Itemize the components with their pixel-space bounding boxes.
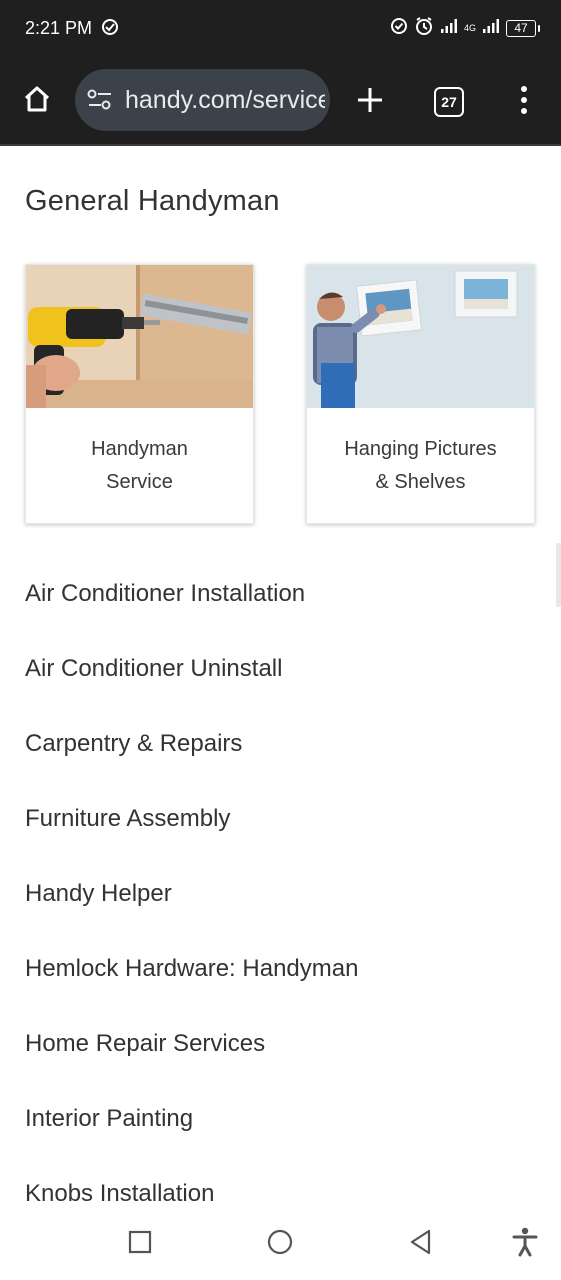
card-label[interactable]: Handyman Service [26, 433, 253, 499]
accessibility-button[interactable] [507, 1226, 543, 1262]
tab-switcher-button[interactable]: 27 [434, 87, 464, 117]
system-nav-bar [0, 1212, 561, 1280]
scrollbar-thumb[interactable] [556, 543, 561, 607]
browser-toolbar: handy.com/services 27 [0, 58, 561, 146]
service-list: Air Conditioner Installation Air Conditi… [25, 560, 535, 1235]
home-icon [22, 84, 52, 119]
network-type: 4G [463, 22, 476, 33]
signal-icon-2 [482, 18, 500, 39]
more-vertical-icon [519, 85, 529, 120]
home-nav-button[interactable] [262, 1226, 298, 1262]
service-link[interactable]: Air Conditioner Installation [25, 560, 535, 635]
signal-icon [440, 18, 458, 39]
service-link[interactable]: Carpentry & Repairs [25, 710, 535, 785]
card-label-line: Hanging Pictures [344, 438, 497, 460]
circle-icon [266, 1228, 294, 1261]
new-tab-button[interactable] [350, 82, 390, 122]
alarm-icon [414, 16, 434, 41]
card-label-line: & Shelves [375, 471, 466, 493]
service-link[interactable]: Hemlock Hardware: Handyman [25, 935, 535, 1010]
accessibility-icon [512, 1227, 538, 1262]
battery-indicator: 47 [506, 19, 540, 37]
card-label-line: Handyman [91, 438, 188, 460]
service-link[interactable]: Furniture Assembly [25, 785, 535, 860]
service-link[interactable]: Interior Painting [25, 1085, 535, 1160]
data-saver-icon [101, 18, 119, 41]
menu-button[interactable] [508, 82, 540, 122]
status-indicators: 4G 47 [390, 16, 540, 41]
card-label-line: Service [106, 471, 173, 493]
home-button[interactable] [18, 82, 56, 120]
recents-button[interactable] [122, 1226, 158, 1262]
service-card-hanging-pictures[interactable]: Hanging Pictures & Shelves [306, 264, 535, 524]
status-time: 2:21 PM [25, 18, 93, 38]
square-icon [128, 1230, 152, 1259]
address-bar[interactable]: handy.com/services [75, 69, 330, 131]
service-link[interactable]: Air Conditioner Uninstall [25, 635, 535, 710]
url-text[interactable]: handy.com/services [125, 85, 325, 115]
tune-icon[interactable] [87, 88, 113, 117]
triangle-back-icon [407, 1228, 433, 1261]
plus-icon [356, 86, 384, 119]
do-not-disturb-icon [390, 17, 408, 40]
page-title: General Handyman [25, 185, 280, 217]
service-card-handyman[interactable]: Handyman Service [25, 264, 254, 524]
card-image-drill[interactable] [26, 265, 253, 408]
service-link[interactable]: Handy Helper [25, 860, 535, 935]
card-label[interactable]: Hanging Pictures & Shelves [307, 433, 534, 499]
service-link[interactable]: Home Repair Services [25, 1010, 535, 1085]
status-bar: 2:21 PM 4G 47 [0, 0, 561, 58]
card-image-hanging-pictures[interactable] [307, 265, 534, 408]
back-button[interactable] [402, 1226, 438, 1262]
